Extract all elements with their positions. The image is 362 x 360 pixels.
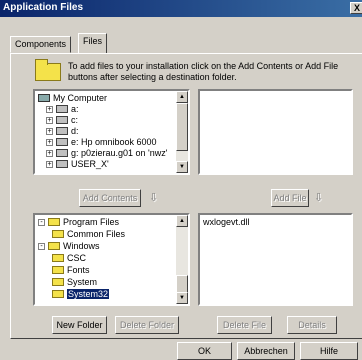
tree-item-label: Windows <box>63 241 100 251</box>
folder-icon <box>52 254 64 262</box>
details-button[interactable]: Details <box>287 316 337 334</box>
tree-item[interactable]: + g: p0zierau.g01 on 'nwz' <box>46 148 168 159</box>
source-tree-scrollbar[interactable]: ▲ ▼ <box>176 91 188 173</box>
help-button[interactable]: Hilfe <box>300 342 358 360</box>
tree-item-label: d: <box>71 126 79 136</box>
scroll-down-arrow-icon[interactable]: ▼ <box>176 161 188 173</box>
tree-item[interactable]: + d: <box>46 126 79 137</box>
expand-toggle-icon[interactable]: + <box>46 161 53 168</box>
down-arrow-icon: ⇩ <box>314 192 324 204</box>
tree-item-label: Common Files <box>67 229 126 239</box>
window-title: Application Files <box>3 2 84 13</box>
expand-toggle-icon[interactable]: - <box>38 243 45 250</box>
file-list-item[interactable]: wxlogevt.dll <box>203 217 250 228</box>
source-file-list[interactable] <box>198 89 353 175</box>
folder-icon <box>52 230 64 238</box>
drive-icon <box>56 105 68 113</box>
drive-icon <box>56 138 68 146</box>
folder-icon <box>48 242 60 250</box>
tree-item[interactable]: + c: <box>46 115 78 126</box>
drive-icon <box>56 149 68 157</box>
add-file-button[interactable]: Add File <box>271 189 309 207</box>
tree-item-label: Program Files <box>63 217 120 227</box>
ok-button[interactable]: OK <box>177 342 232 360</box>
tab-files[interactable]: Files <box>78 33 108 53</box>
tree-item[interactable]: My Computer <box>38 93 107 104</box>
tree-item[interactable]: - Windows <box>38 241 100 252</box>
close-button[interactable]: X <box>350 2 362 14</box>
tree-item[interactable]: + a: <box>46 104 79 115</box>
tree-item-label: e: Hp omnibook 6000 <box>71 137 157 147</box>
tab-components[interactable]: Components <box>10 36 72 53</box>
drive-icon <box>56 160 68 168</box>
folder-icon <box>52 278 64 286</box>
application-files-dialog: Application Files X Components Files To … <box>0 0 362 360</box>
scroll-thumb[interactable] <box>176 103 188 151</box>
tree-item[interactable]: Fonts <box>52 265 90 276</box>
destination-file-list[interactable]: wxlogevt.dll <box>198 213 353 306</box>
drive-icon <box>56 127 68 135</box>
tree-item[interactable]: System <box>52 277 97 288</box>
title-bar: Application Files X <box>0 0 362 17</box>
tree-item-label: My Computer <box>53 93 108 103</box>
info-text: To add files to your installation click … <box>68 61 339 82</box>
expand-toggle-icon[interactable]: + <box>46 106 53 113</box>
expand-toggle-icon[interactable]: + <box>46 117 53 124</box>
tree-item-label: System <box>67 277 98 287</box>
new-folder-button[interactable]: New Folder <box>52 316 107 334</box>
folder-icon <box>52 266 64 274</box>
cancel-button[interactable]: Abbrechen <box>237 342 295 360</box>
scroll-down-arrow-icon[interactable]: ▼ <box>176 292 188 304</box>
scroll-up-arrow-icon[interactable]: ▲ <box>176 91 188 103</box>
scroll-up-arrow-icon[interactable]: ▲ <box>176 215 188 227</box>
tree-item-label: a: <box>71 104 79 114</box>
tree-item[interactable]: CSC <box>52 253 86 264</box>
delete-file-button[interactable]: Delete File <box>217 316 272 334</box>
tree-item[interactable]: - Program Files <box>38 217 119 228</box>
tree-item-label: System32 <box>67 289 110 299</box>
expand-toggle-icon[interactable]: - <box>38 219 45 226</box>
folder-icon <box>48 218 60 226</box>
expand-toggle-icon[interactable]: + <box>46 128 53 135</box>
tree-item[interactable]: System32 <box>52 289 110 300</box>
folder-icon <box>35 59 61 81</box>
tree-item[interactable]: + e: Hp omnibook 6000 <box>46 137 157 148</box>
tree-item-label: g: p0zierau.g01 on 'nwz' <box>71 148 168 158</box>
tree-item-label: c: <box>71 115 79 125</box>
tree-item-label: CSC <box>67 253 87 263</box>
tree-item[interactable]: + USER_X' <box>46 159 109 170</box>
computer-icon <box>38 94 50 102</box>
expand-toggle-icon[interactable]: + <box>46 150 53 157</box>
source-tree[interactable]: My Computer + a: + c: + d: + e: Hp omnibook 6000… <box>33 89 190 175</box>
tree-item-label: Fonts <box>67 265 90 275</box>
destination-tree[interactable]: - Program Files Common Files - Windows CSC Fon… <box>33 213 190 306</box>
add-contents-button[interactable]: Add Contents <box>79 189 141 207</box>
delete-folder-button[interactable]: Delete Folder <box>115 316 179 334</box>
folder-icon <box>52 290 64 298</box>
expand-toggle-icon[interactable]: + <box>46 139 53 146</box>
drive-icon <box>56 116 68 124</box>
tree-item[interactable]: Common Files <box>52 229 125 240</box>
tree-item-label: USER_X' <box>71 159 109 169</box>
scroll-thumb[interactable] <box>176 275 188 293</box>
destination-tree-scrollbar[interactable]: ▲ ▼ <box>176 215 188 304</box>
down-arrow-icon: ⇩ <box>149 192 159 204</box>
